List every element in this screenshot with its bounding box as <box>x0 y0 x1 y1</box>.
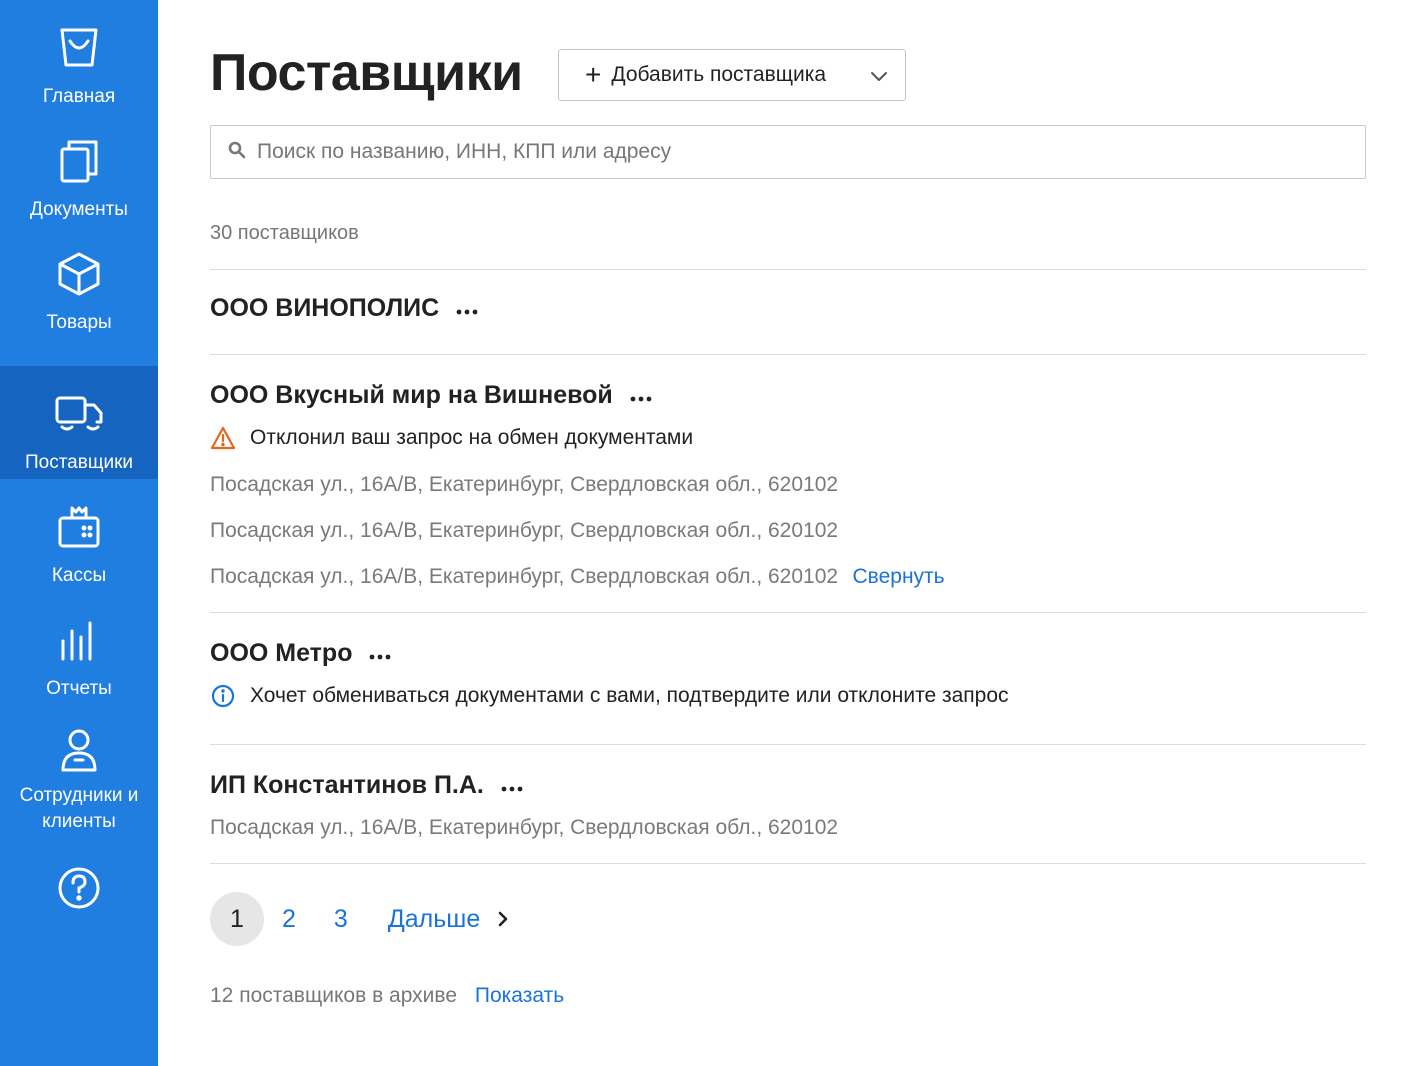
divider <box>210 863 1366 864</box>
sidebar-item-cash-registers[interactable]: Кассы <box>0 479 158 592</box>
sidebar-item-products[interactable]: Товары <box>0 226 158 339</box>
supplier-status: Отклонил ваш запрос на обмен документами <box>210 423 1366 453</box>
archive-text: 12 поставщиков в архиве <box>210 984 458 1007</box>
divider <box>210 612 1366 613</box>
sidebar-item-label: Главная <box>42 86 116 107</box>
truck-icon <box>53 388 105 440</box>
search-input[interactable] <box>257 140 1257 164</box>
page-3[interactable]: 3 <box>334 905 348 934</box>
page-1[interactable]: 1 <box>210 892 264 946</box>
supplier-name[interactable]: ООО Метро <box>210 637 352 669</box>
sidebar-item-staff-clients[interactable]: Сотрудники и клиенты <box>0 705 158 835</box>
supplier-row: ООО ВИНОПОЛИС <box>210 292 1366 324</box>
search-icon <box>227 140 247 165</box>
sidebar-item-help[interactable] <box>0 840 158 953</box>
supplier-status: Хочет обмениваться документами с вами, п… <box>210 681 1366 711</box>
supplier-name[interactable]: ИП Константинов П.А. <box>210 769 484 801</box>
next-page-link[interactable]: Дальше <box>388 905 480 934</box>
supplier-name[interactable]: ООО Вкусный мир на Вишневой <box>210 379 613 411</box>
warning-icon <box>210 425 236 451</box>
supplier-address-row: Посадская ул., 16А/В, Екатеринбург, Свер… <box>210 562 1366 592</box>
sidebar-item-label: Товары <box>46 312 112 333</box>
sidebar-item-label: Отчеты <box>46 678 112 699</box>
chevron-down-icon[interactable] <box>869 66 889 92</box>
add-supplier-button[interactable]: + Добавить поставщика <box>558 49 906 101</box>
page-2[interactable]: 2 <box>282 905 296 934</box>
more-options-icon[interactable] <box>629 390 653 408</box>
page-title: Поставщики <box>210 44 523 102</box>
documents-icon <box>53 135 105 187</box>
status-text: Хочет обмениваться документами с вами, п… <box>250 684 1009 707</box>
supplier-name[interactable]: ООО ВИНОПОЛИС <box>210 292 439 324</box>
sidebar-item-label: Поставщики <box>24 452 134 473</box>
sidebar: Главная Документы Товары Поставщики Касс… <box>0 0 158 1066</box>
box-icon <box>53 248 105 300</box>
status-text: Отклонил ваш запрос на обмен документами <box>250 426 694 449</box>
search-field[interactable] <box>210 125 1366 179</box>
supplier-address: Посадская ул., 16А/В, Екатеринбург, Свер… <box>210 473 839 496</box>
more-options-icon[interactable] <box>368 648 392 666</box>
sidebar-item-suppliers[interactable]: Поставщики <box>0 366 158 479</box>
show-archive-link[interactable]: Показать <box>475 984 564 1007</box>
sidebar-item-label: Сотрудники и клиенты <box>19 785 139 832</box>
archive-info: 12 поставщиков в архиве Показать <box>210 984 564 1008</box>
sidebar-item-label: Документы <box>30 199 128 220</box>
supplier-row: ООО Вкусный мир на Вишневой <box>210 379 1366 411</box>
collapse-link[interactable]: Свернуть <box>853 565 945 588</box>
supplier-row: ООО Метро <box>210 637 1366 669</box>
cash-register-icon <box>53 501 105 553</box>
add-supplier-label: Добавить поставщика <box>611 63 827 86</box>
divider <box>210 269 1366 270</box>
supplier-row: ИП Константинов П.А. <box>210 769 1366 801</box>
sidebar-item-reports[interactable]: Отчеты <box>0 592 158 705</box>
help-icon <box>53 862 105 914</box>
pagination: 1 2 3 Дальше <box>210 892 510 946</box>
person-icon <box>53 727 105 773</box>
supplier-address: Посадская ул., 16А/В, Екатеринбург, Свер… <box>210 565 839 588</box>
sidebar-item-documents[interactable]: Документы <box>0 113 158 226</box>
divider <box>210 744 1366 745</box>
more-options-icon[interactable] <box>500 780 524 798</box>
suppliers-count: 30 поставщиков <box>210 222 359 244</box>
more-options-icon[interactable] <box>455 303 479 321</box>
sidebar-item-label: Кассы <box>51 565 107 586</box>
bar-chart-icon <box>53 614 105 666</box>
chevron-right-icon[interactable] <box>496 909 510 929</box>
info-icon <box>210 683 236 709</box>
divider <box>210 354 1366 355</box>
sidebar-item-home[interactable]: Главная <box>0 0 158 113</box>
supplier-address: Посадская ул., 16А/В, Екатеринбург, Свер… <box>210 519 839 542</box>
shopping-bag-icon <box>53 22 105 74</box>
supplier-address: Посадская ул., 16А/В, Екатеринбург, Свер… <box>210 816 839 839</box>
plus-icon: + <box>585 59 602 90</box>
